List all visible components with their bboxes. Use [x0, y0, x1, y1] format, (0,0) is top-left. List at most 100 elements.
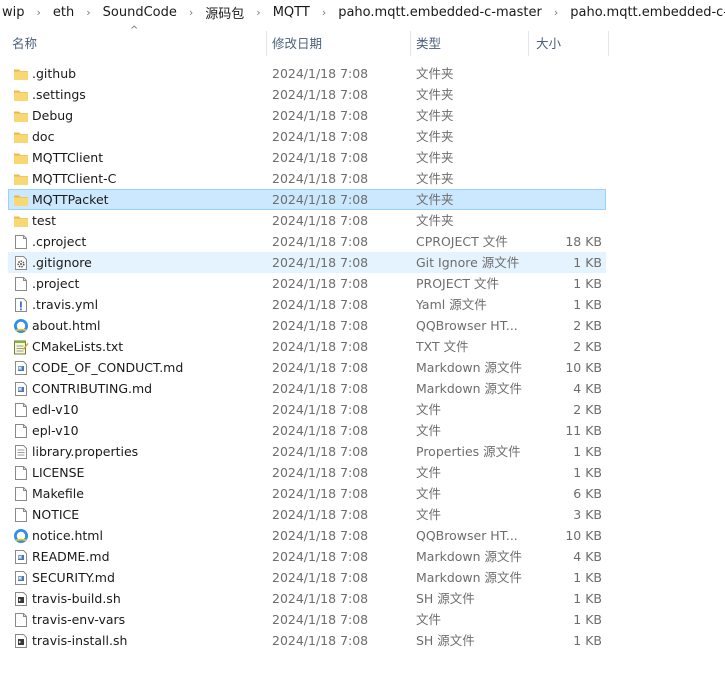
file-size: 1 KB	[573, 633, 602, 648]
file-row[interactable]: LICENSE 2024/1/18 7:08 文件 1 KB	[8, 462, 606, 483]
column-divider[interactable]	[410, 31, 411, 56]
file-row[interactable]: .settings 2024/1/18 7:08 文件夹	[8, 84, 606, 105]
column-header-type[interactable]: 类型	[412, 31, 528, 56]
file-date-modified: 2024/1/18 7:08	[272, 402, 369, 417]
file-row[interactable]: test 2024/1/18 7:08 文件夹	[8, 210, 606, 231]
file-row[interactable]: library.properties 2024/1/18 7:08 Properti…	[8, 441, 606, 462]
breadcrumb-item[interactable]: paho.mqtt.embedded-c-master	[564, 5, 725, 20]
file-name: MQTTClient-C	[32, 171, 117, 186]
file-type: 文件夹	[416, 108, 454, 123]
file-date-modified: 2024/1/18 7:08	[272, 549, 369, 564]
file-type: 文件	[416, 423, 442, 438]
chevron-right-icon[interactable]: ›	[183, 6, 199, 19]
file-date-modified: 2024/1/18 7:08	[272, 66, 369, 81]
breadcrumb-item[interactable]: 源码包	[199, 3, 250, 22]
file-type: SH 源文件	[416, 633, 475, 648]
column-divider[interactable]	[266, 31, 267, 56]
file-name: README.md	[32, 549, 110, 564]
file-date-modified: 2024/1/18 7:08	[272, 465, 369, 480]
chevron-right-icon[interactable]: ›	[316, 6, 332, 19]
column-header-size[interactable]: 大小	[532, 31, 608, 56]
markdown-file-icon	[13, 381, 29, 397]
file-row[interactable]: .cproject 2024/1/18 7:08 CPROJECT 文件 18 KB	[8, 231, 606, 252]
file-row[interactable]: CODE_OF_CONDUCT.md 2024/1/18 7:08 Markdown…	[8, 357, 606, 378]
file-date-modified: 2024/1/18 7:08	[272, 381, 369, 396]
file-row[interactable]: doc 2024/1/18 7:08 文件夹	[8, 126, 606, 147]
file-size: 1 KB	[573, 297, 602, 312]
folder-icon	[13, 192, 29, 208]
file-date-modified: 2024/1/18 7:08	[272, 570, 369, 585]
file-type: QQBrowser HT...	[416, 528, 518, 543]
file-row[interactable]: SECURITY.md 2024/1/18 7:08 Markdown 源文件 1 K…	[8, 567, 606, 588]
file-name: .travis.yml	[32, 297, 99, 312]
breadcrumb-item[interactable]: SoundCode	[97, 5, 183, 20]
file-icon	[13, 423, 29, 439]
file-type: 文件夹	[416, 171, 454, 186]
file-date-modified: 2024/1/18 7:08	[272, 234, 369, 249]
file-row[interactable]: epl-v10 2024/1/18 7:08 文件 11 KB	[8, 420, 606, 441]
file-type: Markdown 源文件	[416, 570, 523, 585]
file-row[interactable]: .project 2024/1/18 7:08 PROJECT 文件 1 KB	[8, 273, 606, 294]
file-size: 18 KB	[565, 234, 602, 249]
file-date-modified: 2024/1/18 7:08	[272, 423, 369, 438]
file-date-modified: 2024/1/18 7:08	[272, 318, 369, 333]
file-type: Yaml 源文件	[416, 297, 487, 312]
file-date-modified: 2024/1/18 7:08	[272, 528, 369, 543]
file-row[interactable]: travis-install.sh 2024/1/18 7:08 SH 源文件 1 K…	[8, 630, 606, 651]
file-icon	[13, 612, 29, 628]
folder-icon	[13, 171, 29, 187]
column-header-name[interactable]: 名称	[8, 31, 266, 56]
file-row[interactable]: edl-v10 2024/1/18 7:08 文件 2 KB	[8, 399, 606, 420]
file-row[interactable]: CONTRIBUTING.md 2024/1/18 7:08 Markdown 源文…	[8, 378, 606, 399]
file-type: Markdown 源文件	[416, 381, 523, 396]
file-size	[529, 106, 602, 125]
file-type: 文件	[416, 465, 442, 480]
file-row[interactable]: .travis.yml 2024/1/18 7:08 Yaml 源文件 1 KB	[8, 294, 606, 315]
breadcrumb-item[interactable]: eth	[47, 5, 80, 20]
markdown-file-icon	[13, 360, 29, 376]
file-row[interactable]: MQTTClient-C 2024/1/18 7:08 文件夹	[8, 168, 606, 189]
file-date-modified: 2024/1/18 7:08	[272, 150, 369, 165]
breadcrumb-item[interactable]: MQTT	[267, 5, 316, 20]
file-row[interactable]: MQTTPacket 2024/1/18 7:08 文件夹	[8, 189, 606, 210]
file-row[interactable]: MQTTClient 2024/1/18 7:08 文件夹	[8, 147, 606, 168]
column-header-date[interactable]: 修改日期	[268, 31, 410, 56]
file-row[interactable]: notice.html 2024/1/18 7:08 QQBrowser HT...…	[8, 525, 606, 546]
file-row[interactable]: Debug 2024/1/18 7:08 文件夹	[8, 105, 606, 126]
file-size: 6 KB	[573, 486, 602, 501]
file-size: 11 KB	[565, 423, 602, 438]
file-row[interactable]: .gitignore 2024/1/18 7:08 Git Ignore 源文件 1 …	[8, 252, 606, 273]
file-row[interactable]: CMakeLists.txt 2024/1/18 7:08 TXT 文件 2 KB	[8, 336, 606, 357]
file-type: PROJECT 文件	[416, 276, 499, 291]
browser-icon	[13, 318, 29, 334]
folder-icon	[13, 108, 29, 124]
column-divider[interactable]	[608, 31, 609, 56]
breadcrumb-item[interactable]: paho.mqtt.embedded-c-master	[332, 5, 548, 20]
chevron-right-icon[interactable]: ›	[80, 6, 96, 19]
file-date-modified: 2024/1/18 7:08	[272, 276, 369, 291]
column-divider[interactable]	[528, 31, 529, 56]
file-row[interactable]: .github 2024/1/18 7:08 文件夹	[8, 63, 606, 84]
file-name: .gitignore	[32, 255, 92, 270]
file-name: doc	[32, 129, 55, 144]
file-date-modified: 2024/1/18 7:08	[272, 255, 369, 270]
file-row[interactable]: about.html 2024/1/18 7:08 QQBrowser HT... 2…	[8, 315, 606, 336]
file-row[interactable]: travis-env-vars 2024/1/18 7:08 文件 1 KB	[8, 609, 606, 630]
chevron-right-icon[interactable]: ›	[548, 6, 564, 19]
file-size: 10 KB	[565, 528, 602, 543]
breadcrumb-item[interactable]: wip	[0, 5, 31, 20]
file-row[interactable]: README.md 2024/1/18 7:08 Markdown 源文件 4 KB	[8, 546, 606, 567]
chevron-right-icon[interactable]: ›	[31, 6, 47, 19]
file-size: 10 KB	[565, 360, 602, 375]
file-size	[529, 169, 602, 188]
file-name: travis-env-vars	[32, 612, 126, 627]
file-row[interactable]: travis-build.sh 2024/1/18 7:08 SH 源文件 1 KB	[8, 588, 606, 609]
file-row[interactable]: Makefile 2024/1/18 7:08 文件 6 KB	[8, 483, 606, 504]
notepad-icon	[13, 339, 29, 355]
file-date-modified: 2024/1/18 7:08	[272, 339, 369, 354]
chevron-right-icon[interactable]: ›	[250, 6, 266, 19]
file-size: 1 KB	[573, 444, 602, 459]
file-type: CPROJECT 文件	[416, 234, 508, 249]
file-type: 文件	[416, 402, 442, 417]
file-row[interactable]: NOTICE 2024/1/18 7:08 文件 3 KB	[8, 504, 606, 525]
